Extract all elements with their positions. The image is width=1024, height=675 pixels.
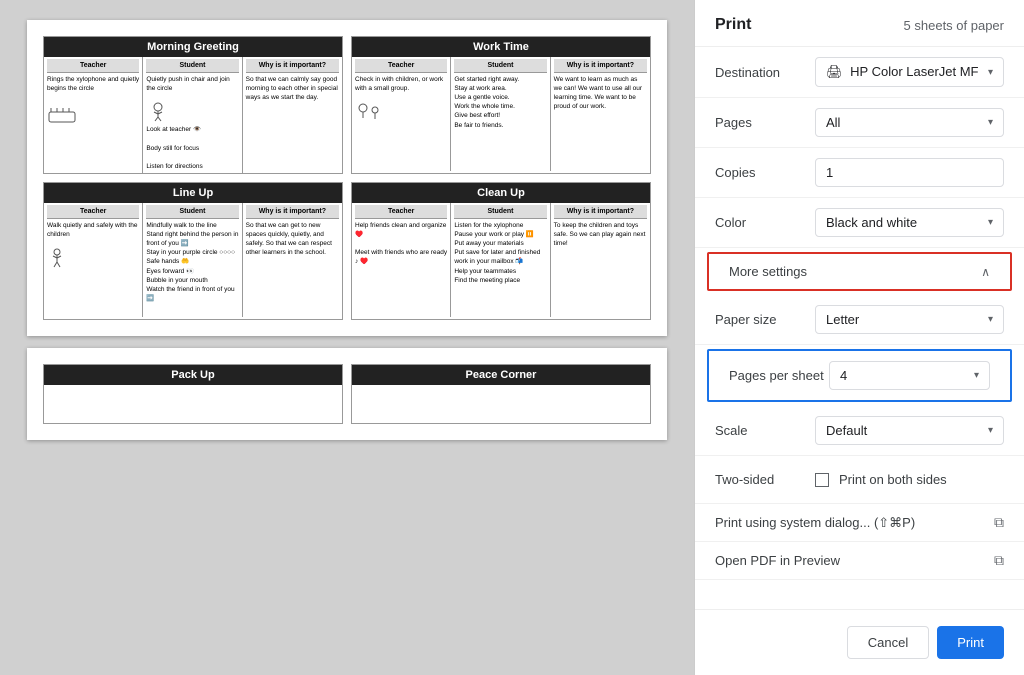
lu-why-header: Why is it important? [246,205,339,219]
pages-arrow-icon: ▾ [988,117,993,128]
expanded-settings: Paper size Letter ▾ Pages per sheet 4 ▾ … [695,295,1024,504]
more-settings-row[interactable]: More settings ∧ [707,252,1012,291]
open-pdf-label: Open PDF in Preview [715,553,840,568]
lu-teacher-header: Teacher [47,205,139,219]
peace-corner-card: Peace Corner [351,364,651,424]
wt-student-header: Student [454,59,546,73]
mg-why-header: Why is it important? [246,59,339,73]
external-link-icon: ⧉ [994,514,1004,531]
collapse-arrow-icon: ∧ [981,265,990,279]
pages-dropdown[interactable]: All ▾ [815,108,1004,137]
cu-teacher-content: Help friends clean and organize ♥️ Meet … [355,221,447,266]
pages-row: Pages All ▾ [695,98,1024,148]
destination-label: Destination [715,65,815,80]
paper-size-value: Letter [826,312,859,327]
destination-dropdown[interactable]: 🖨 HP Color LaserJet MF ▾ [815,57,1004,87]
copies-row: Copies [695,148,1024,198]
scale-value: Default [826,423,867,438]
lu-why-content: So that we can get to new spaces quickly… [246,221,339,257]
morning-greeting-title: Morning Greeting [44,37,342,57]
pack-up-card: Pack Up [43,364,343,424]
cu-why-header: Why is it important? [554,205,647,219]
wt-why-content: We want to learn as much as we can! We w… [554,75,647,111]
preview-panel: Morning Greeting Teacher Rings the xylop… [0,0,694,675]
lu-student-header: Student [146,205,238,219]
color-label: Color [715,215,815,230]
system-dialog-label: Print using system dialog... (⇧⌘P) [715,515,915,531]
wt-teacher-header: Teacher [355,59,447,73]
paper-size-dropdown[interactable]: Letter ▾ [815,305,1004,334]
line-up-card: Line Up Teacher Walk quietly and safely … [43,182,343,320]
peace-corner-title: Peace Corner [352,365,650,385]
scale-label: Scale [715,423,815,438]
wt-student-content: Get started right away. Stay at work are… [454,75,546,130]
copies-input[interactable] [815,158,1004,187]
mg-teacher-content: Rings the xylophone and quietly begins t… [47,75,139,124]
color-dropdown[interactable]: Black and white ▾ [815,208,1004,237]
pdf-external-icon: ⧉ [994,552,1004,569]
paper-size-row: Paper size Letter ▾ [695,295,1024,345]
mg-why-content: So that we can calmly say good morning t… [246,75,339,102]
cu-teacher-header: Teacher [355,205,447,219]
two-sided-checkbox-label: Print on both sides [839,472,947,487]
morning-greeting-card: Morning Greeting Teacher Rings the xylop… [43,36,343,174]
work-time-card: Work Time Teacher Check in with children… [351,36,651,174]
color-arrow-icon: ▾ [988,217,993,228]
pages-value: All [826,115,840,130]
lu-student-content: Mindfully walk to the line Stand right b… [146,221,238,303]
destination-row: Destination 🖨 HP Color LaserJet MF ▾ [695,47,1024,98]
print-button[interactable]: Print [937,626,1004,659]
copies-label: Copies [715,165,815,180]
cancel-button[interactable]: Cancel [847,626,929,659]
mg-teacher-header: Teacher [47,59,139,73]
clean-up-title: Clean Up [352,183,650,203]
pages-per-sheet-value: 4 [840,368,847,383]
line-up-title: Line Up [44,183,342,203]
scale-row: Scale Default ▾ [695,406,1024,456]
page-1-preview: Morning Greeting Teacher Rings the xylop… [27,20,667,336]
printer-icon: 🖨 [826,64,843,79]
pages-per-sheet-label: Pages per sheet [729,368,829,383]
page-grid: Morning Greeting Teacher Rings the xylop… [43,36,651,320]
more-settings-label: More settings [729,264,807,279]
lu-teacher-content: Walk quietly and safely with the childre… [47,221,139,270]
color-value: Black and white [826,215,917,230]
pages-per-sheet-dropdown[interactable]: 4 ▾ [829,361,990,390]
open-pdf-row[interactable]: Open PDF in Preview ⧉ [695,542,1024,580]
wt-teacher-content: Check in with children, or work with a s… [355,75,447,124]
system-dialog-row[interactable]: Print using system dialog... (⇧⌘P) ⧉ [695,504,1024,542]
footer-buttons: Cancel Print [695,609,1024,675]
wt-why-header: Why is it important? [554,59,647,73]
mg-student-header: Student [146,59,238,73]
two-sided-checkbox[interactable] [815,473,829,487]
settings-header: Print 5 sheets of paper [695,0,1024,47]
sheets-info: 5 sheets of paper [904,18,1004,33]
pack-up-title: Pack Up [44,365,342,385]
settings-title: Print [715,16,751,34]
cu-student-header: Student [454,205,546,219]
pages-per-sheet-row: Pages per sheet 4 ▾ [707,349,1012,402]
settings-panel: Print 5 sheets of paper Destination 🖨 HP… [694,0,1024,675]
cu-student-content: Listen for the xylophone Pause your work… [454,221,546,285]
destination-arrow-icon: ▾ [988,67,993,78]
scale-dropdown[interactable]: Default ▾ [815,416,1004,445]
paper-size-arrow-icon: ▾ [988,314,993,325]
paper-size-label: Paper size [715,312,815,327]
pages-label: Pages [715,115,815,130]
destination-value: 🖨 HP Color LaserJet MF [826,64,979,80]
cu-why-content: To keep the children and toys safe. So w… [554,221,647,248]
pps-arrow-icon: ▾ [974,370,979,381]
scale-arrow-icon: ▾ [988,425,993,436]
two-sided-row: Two-sided Print on both sides [695,456,1024,504]
work-time-title: Work Time [352,37,650,57]
page-2-preview: Pack Up Peace Corner [27,348,667,440]
mg-student-content: Quietly push in chair and join the circl… [146,75,238,171]
clean-up-card: Clean Up Teacher Help friends clean and … [351,182,651,320]
color-row: Color Black and white ▾ [695,198,1024,248]
two-sided-label: Two-sided [715,472,815,487]
